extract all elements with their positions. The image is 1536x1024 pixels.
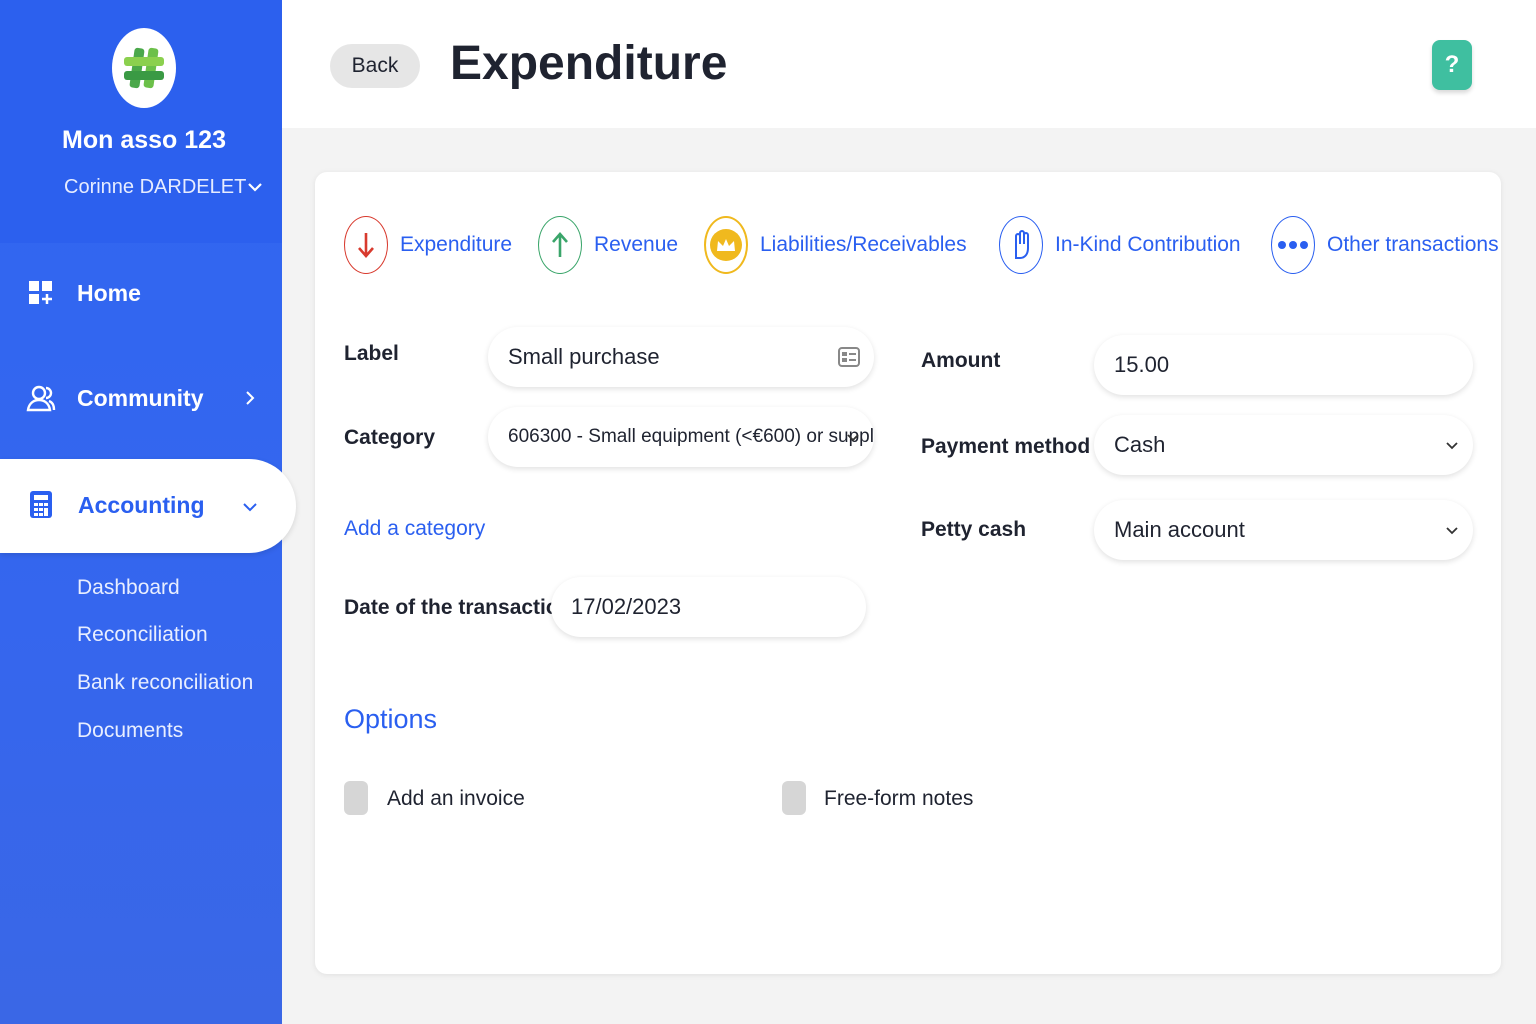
sidebar-item-home[interactable]: Home (0, 263, 282, 323)
sidebar: Mon asso 123 Corinne DARDELET Home Commu… (0, 0, 296, 1024)
arrow-up-icon (538, 216, 582, 274)
options-heading: Options (344, 704, 438, 734)
chevron-down-icon (1446, 442, 1458, 450)
org-logo[interactable] (112, 28, 176, 108)
category-select[interactable]: 606300 - Small equipment (<€600) or supp… (488, 407, 874, 467)
contact-card-icon[interactable] (838, 346, 860, 368)
question-icon: ? (1444, 51, 1460, 78)
category-select-value: 606300 - Small equipment (<€600) or supp… (508, 426, 874, 447)
sidebar-subitem-bank-reconciliation[interactable]: Bank reconciliation (77, 671, 253, 695)
add-invoice-label[interactable]: Add an invoice (387, 787, 525, 811)
sidebar-item-label: Home (77, 279, 141, 306)
tab-revenue[interactable]: Revenue (538, 216, 678, 274)
payment-method-select[interactable]: Cash (1094, 415, 1473, 475)
payment-method-field-label: Payment method (921, 435, 1091, 458)
chevron-down-icon (1446, 527, 1458, 535)
hand-icon (999, 216, 1043, 274)
date-input[interactable]: 17/02/2023 (551, 577, 866, 637)
transaction-form-card (315, 172, 1501, 974)
label-input-value: Small purchase (508, 344, 660, 369)
amount-input-value: 15.00 (1114, 352, 1170, 377)
petty-cash-field-label: Petty cash (921, 518, 1027, 541)
payment-method-value: Cash (1114, 432, 1166, 457)
back-button[interactable]: Back (330, 44, 420, 88)
sidebar-subitem-dashboard[interactable]: Dashboard (77, 576, 180, 600)
arrow-down-icon (344, 216, 388, 274)
chevron-right-icon (246, 391, 255, 405)
dots-icon (1271, 216, 1315, 274)
chevron-down-icon (243, 503, 257, 512)
add-category-link[interactable]: Add a category (344, 517, 485, 541)
sidebar-item-community[interactable]: Community (0, 368, 282, 428)
tab-other-transactions[interactable]: Other transactions (1271, 216, 1499, 274)
hash-logo-icon (124, 47, 164, 89)
amount-input[interactable]: 15.00 (1094, 335, 1473, 395)
free-form-notes-label[interactable]: Free-form notes (824, 787, 973, 811)
chevron-down-icon (847, 434, 859, 442)
page-title: Expenditure (450, 37, 728, 90)
tab-label: Expenditure (400, 233, 513, 256)
tab-in-kind-contribution[interactable]: In-Kind Contribution (999, 216, 1241, 274)
help-button[interactable]: ? (1432, 40, 1472, 90)
user-name[interactable]: Corinne DARDELET (64, 176, 246, 199)
tab-label: Liabilities/Receivables (760, 233, 967, 256)
date-input-value: 17/02/2023 (571, 594, 682, 619)
petty-cash-value: Main account (1114, 517, 1245, 542)
amount-field-label: Amount (921, 349, 1001, 372)
chevron-down-icon[interactable] (246, 178, 264, 196)
tab-expenditure[interactable]: Expenditure (344, 216, 512, 274)
crown-icon (704, 216, 748, 274)
sidebar-item-accounting[interactable]: Accounting (0, 459, 296, 553)
tab-label: Other transactions (1327, 233, 1499, 256)
calculator-icon (30, 491, 52, 518)
users-icon (26, 385, 56, 412)
category-field-label: Category (344, 426, 436, 449)
petty-cash-select[interactable]: Main account (1094, 500, 1473, 560)
tab-label: Revenue (594, 233, 679, 256)
add-invoice-checkbox[interactable] (344, 781, 368, 815)
tab-label: In-Kind Contribution (1055, 233, 1241, 256)
sidebar-item-label: Community (77, 384, 204, 411)
home-grid-icon (29, 281, 52, 304)
date-field-label: Date of the transaction (344, 596, 572, 619)
sidebar-subitem-reconciliation[interactable]: Reconciliation (77, 623, 208, 647)
sidebar-item-label: Accounting (78, 492, 205, 518)
free-form-notes-checkbox[interactable] (782, 781, 806, 815)
sidebar-subitem-documents[interactable]: Documents (77, 719, 183, 743)
label-input[interactable]: Small purchase (488, 327, 874, 387)
org-name: Mon asso 123 (62, 126, 226, 154)
label-field-label: Label (344, 342, 399, 365)
tab-liabilities-receivables[interactable]: Liabilities/Receivables (704, 216, 967, 274)
